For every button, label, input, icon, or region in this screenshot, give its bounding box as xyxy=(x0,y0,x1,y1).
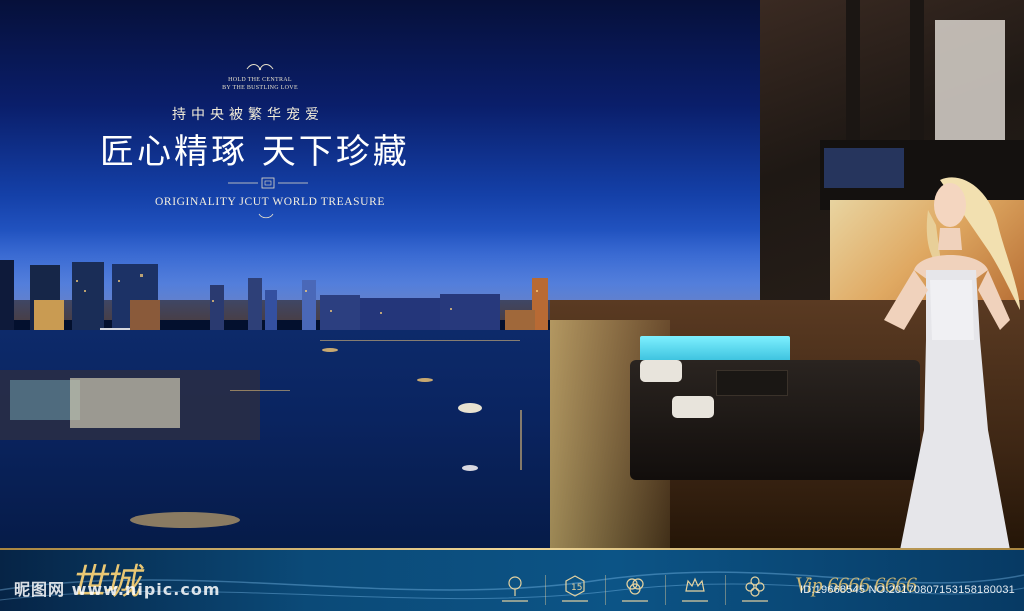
main-title-en: ORIGINALITY JCUT WORLD TREASURE xyxy=(155,196,385,208)
logo-separator xyxy=(544,575,546,605)
ornament-bottom-icon xyxy=(258,213,274,219)
cushion xyxy=(672,396,714,418)
footer-gold-line xyxy=(0,548,1024,550)
main-title-cn: 匠心精琢 天下珍藏 xyxy=(100,132,410,172)
logo-separator xyxy=(724,575,726,605)
tagline-en: HOLD THE CENTRAL BY THE BUSTLING LOVE xyxy=(210,76,310,92)
crown-logo-icon xyxy=(680,575,710,605)
subtitle-cn: 持中央被繁华宠爱 xyxy=(172,107,324,123)
cushion xyxy=(640,360,682,382)
watermark-left: 昵图网 www.nipic.com xyxy=(14,580,221,599)
coffee-table xyxy=(716,370,788,396)
watermark-right: ID:19668545 NO:20170807153158180031 xyxy=(800,584,1015,596)
svg-text:15: 15 xyxy=(571,583,582,593)
rings-logo-icon xyxy=(620,575,650,605)
real-estate-poster: HOLD THE CENTRAL BY THE BUSTLING LOVE 持中… xyxy=(0,0,1024,611)
river xyxy=(0,330,620,550)
tagline-line-1: HOLD THE CENTRAL xyxy=(228,77,292,83)
ornament-top-icon xyxy=(246,64,274,71)
flower-logo-icon xyxy=(740,575,770,605)
divider-ornament-icon xyxy=(228,177,308,189)
logo-separator xyxy=(604,575,606,605)
tree-logo-icon xyxy=(500,575,530,605)
partner-logo-row: 15 xyxy=(500,575,770,607)
woman-in-gown xyxy=(884,177,1020,550)
logo-separator xyxy=(664,575,666,605)
tagline-line-2: BY THE BUSTLING LOVE xyxy=(222,85,298,91)
number-logo-icon: 15 xyxy=(560,575,590,605)
